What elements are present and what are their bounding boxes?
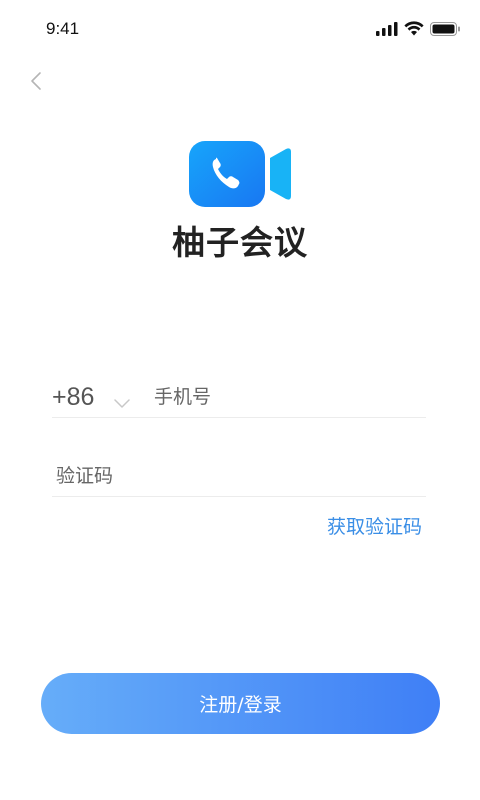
chevron-left-icon (30, 71, 42, 95)
battery-icon (430, 21, 460, 40)
phone-number-input[interactable] (154, 382, 414, 412)
login-screen: 9:41 柚子会议 +86 手机号 验证码 获取验证码 注册/登录 (0, 0, 480, 800)
verification-code-input[interactable] (56, 461, 416, 491)
back-button[interactable] (22, 68, 50, 98)
cellular-signal-icon (376, 21, 398, 40)
status-bar: 9:41 (0, 0, 480, 60)
app-logo (189, 141, 292, 207)
get-verification-code-link[interactable]: 获取验证码 (327, 512, 422, 539)
chevron-down-icon[interactable] (114, 394, 130, 413)
register-login-button[interactable]: 注册/登录 (41, 673, 440, 734)
verification-code-row (52, 453, 426, 497)
country-code-selector[interactable]: +86 (52, 383, 94, 412)
status-icons (376, 20, 460, 40)
status-time: 9:41 (46, 19, 80, 38)
video-call-icon (189, 141, 292, 211)
phone-row: +86 (52, 372, 426, 418)
app-name: 柚子会议 (172, 223, 308, 262)
wifi-icon (404, 20, 424, 40)
